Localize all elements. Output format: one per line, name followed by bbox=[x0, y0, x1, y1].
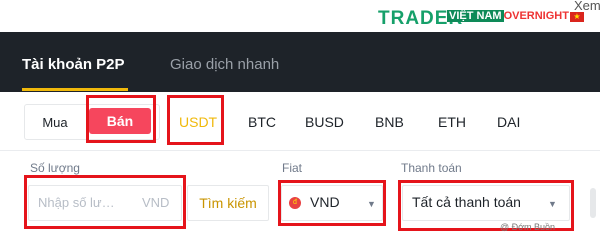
buy-button[interactable]: Mua bbox=[30, 112, 80, 134]
section-divider bbox=[0, 150, 600, 151]
search-button[interactable]: Tìm kiếm bbox=[187, 185, 269, 221]
asset-tab-btc[interactable]: BTC bbox=[248, 114, 276, 130]
overlay-vn: VIỆT NAM bbox=[447, 10, 504, 22]
asset-tab-dai[interactable]: DAI bbox=[497, 114, 520, 130]
asset-tab-busd[interactable]: BUSD bbox=[305, 114, 344, 130]
more-link[interactable]: Xem bbox=[574, 0, 600, 13]
active-tab-indicator bbox=[22, 88, 128, 91]
highlight-fiat bbox=[278, 180, 386, 226]
fiat-label: Fiat bbox=[282, 161, 303, 175]
vietnam-flag-icon: ★ bbox=[570, 12, 584, 22]
highlight-usdt bbox=[167, 95, 224, 145]
asset-tab-eth[interactable]: ETH bbox=[438, 114, 466, 130]
logo-overlay: VIỆT NAM OVERNIGHT bbox=[447, 10, 569, 22]
tab-quick-trade[interactable]: Giao dịch nhanh bbox=[170, 56, 279, 73]
tab-p2p-account[interactable]: Tài khoản P2P bbox=[22, 56, 125, 73]
overlay-rest: OVERNIGHT bbox=[503, 10, 569, 22]
highlight-sell bbox=[86, 95, 156, 143]
highlight-amount bbox=[24, 175, 186, 229]
partial-filter-control[interactable] bbox=[590, 188, 596, 218]
asset-tab-bnb[interactable]: BNB bbox=[375, 114, 404, 130]
watermark-text: @ Đớm Buồn bbox=[500, 222, 556, 232]
payment-label: Thanh toán bbox=[401, 161, 462, 175]
amount-label: Số lượng bbox=[30, 161, 80, 175]
